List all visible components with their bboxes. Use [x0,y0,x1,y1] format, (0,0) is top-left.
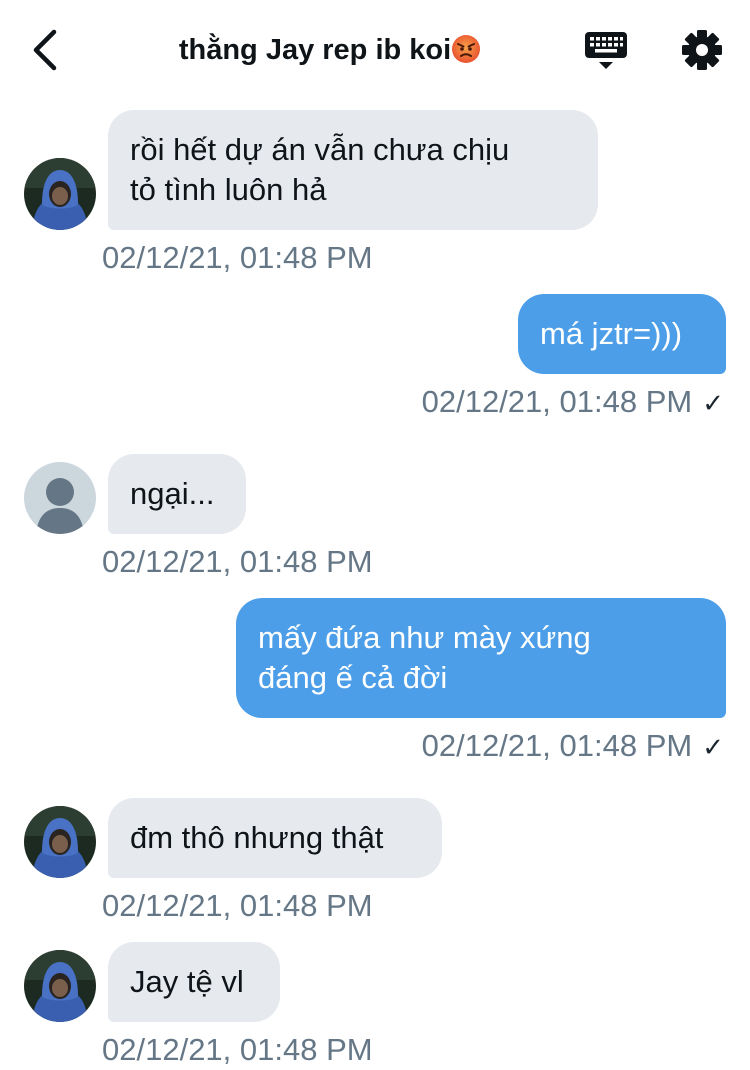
gear-icon [682,30,722,70]
keyboard-button[interactable] [582,26,630,74]
chevron-left-icon [33,29,57,71]
hooded-person-photo-icon [24,950,96,1022]
back-button[interactable] [24,26,68,74]
message-timestamp: 02/12/21, 01:48 PM [102,1032,373,1067]
message-timestamp-row: 02/12/21, 01:48 PM ✓ [422,382,724,423]
settings-button[interactable] [676,24,728,76]
avatar[interactable] [24,806,96,878]
message-bubble-outgoing[interactable]: mấy đứa như mày xứng đáng ế cả đời [236,598,726,718]
message-timestamp: 02/12/21, 01:48 PM [421,728,693,763]
avatar[interactable] [24,462,96,534]
message-bubble-incoming[interactable]: Jay tệ vl [108,942,280,1022]
message-text-line: tỏ tình luôn hả [130,172,327,207]
message-text-line: má jztr=))) [540,316,683,351]
message-bubble-incoming[interactable]: ngại... [108,454,246,534]
message-timestamp: 02/12/21, 01:48 PM [102,240,373,275]
hooded-person-photo-icon [24,158,96,230]
message-bubble-incoming[interactable]: rồi hết dự án vẫn chưa chịu tỏ tình luôn… [108,110,598,230]
avatar[interactable] [24,950,96,1022]
message-timestamp: 02/12/21, 01:48 PM [102,544,373,579]
message-text-line: mấy đứa như mày xứng [258,620,591,655]
message-text-line: đáng ế cả đời [258,660,448,695]
default-avatar-silhouette-icon [24,462,96,534]
angry-face-emoji-icon [451,34,481,64]
message-bubble-outgoing[interactable]: má jztr=))) [518,294,726,374]
avatar[interactable] [24,158,96,230]
conversation-header: thằng Jay rep ib koi [0,0,750,100]
message-text-line: đm thô nhưng thật [130,820,384,855]
hooded-person-photo-icon [24,806,96,878]
message-text-line: Jay tệ vl [130,964,244,999]
message-timestamp-row: 02/12/21, 01:48 PM ✓ [422,726,724,767]
message-timestamp: 02/12/21, 01:48 PM [102,888,373,923]
keyboard-icon [585,32,627,69]
message-timestamp: 02/12/21, 01:48 PM [421,384,693,419]
conversation-title: thằng Jay rep ib koi [100,30,560,70]
checkmark-icon: ✓ [702,388,724,418]
message-text-line: rồi hết dự án vẫn chưa chịu [130,132,510,167]
checkmark-icon: ✓ [702,732,724,762]
message-bubble-incoming[interactable]: đm thô nhưng thật [108,798,442,878]
message-text-line: ngại... [130,476,215,511]
conversation-title-text: thằng Jay rep ib koi [178,34,452,66]
